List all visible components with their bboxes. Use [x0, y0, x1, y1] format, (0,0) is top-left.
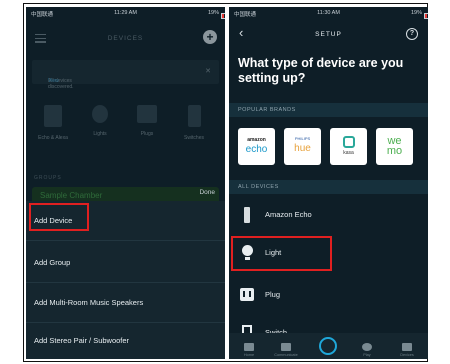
plug-icon [240, 287, 254, 303]
help-icon[interactable]: ? [406, 28, 418, 40]
status-bar: 中国联通 11:30 AM 19% [229, 7, 428, 20]
app-header: ‹ SETUP ? [229, 24, 428, 44]
section-heading: ALL DEVICES [238, 184, 279, 190]
add-group-option[interactable]: Add Group [26, 243, 225, 283]
done-button[interactable]: Done [199, 189, 215, 196]
brand-top: PHILIPS [294, 136, 311, 141]
page-title: DEVICES [107, 35, 144, 42]
brand-wemo[interactable]: we mo [376, 128, 413, 165]
battery-percent: 19% [207, 10, 219, 16]
lightbulb-icon [92, 105, 108, 123]
popular-brands-section: POPULAR BRANDS [229, 103, 428, 117]
device-label: Plug [265, 290, 281, 299]
battery-indicator: 19% [207, 10, 225, 19]
status-bar: 中国联通 11:29 AM 19% [26, 7, 225, 20]
option-label: Add Group [34, 258, 71, 267]
tab-devices[interactable]: Devices [392, 343, 422, 357]
option-label: Add Stereo Pair / Subwoofer [34, 336, 130, 345]
kasa-logo-icon [342, 136, 355, 148]
groups-heading: GROUPS [34, 175, 62, 181]
category-echo[interactable]: Echo & Alexa [32, 99, 74, 157]
brand-name: kasa [343, 150, 354, 156]
device-label: Amazon Echo [265, 210, 312, 219]
category-label: Plugs [140, 131, 154, 137]
device-row-amazon-echo[interactable]: Amazon Echo [229, 198, 428, 232]
app-header: DEVICES + [26, 24, 225, 52]
discovery-banner: All devices discovered. View ✕ [32, 60, 219, 90]
brand-amazon-echo[interactable]: amazon echo [238, 128, 275, 165]
tab-play[interactable]: Play [352, 343, 382, 357]
echo-icon [44, 105, 62, 127]
echo-speaker-icon [240, 207, 254, 223]
add-multiroom-option[interactable]: Add Multi-Room Music Speakers [26, 283, 225, 323]
battery-percent: 19% [410, 10, 422, 16]
switch-icon [187, 105, 201, 127]
plug-icon [137, 105, 157, 123]
brand-philips-hue[interactable]: PHILIPS hue [284, 128, 321, 165]
brand-list: amazon echo PHILIPS hue kasa we mo [238, 128, 419, 168]
tab-home[interactable]: Home [234, 343, 264, 357]
alexa-icon[interactable] [319, 337, 337, 355]
add-stereo-option[interactable]: Add Stereo Pair / Subwoofer [26, 321, 225, 359]
category-switches[interactable]: Switches [173, 99, 215, 157]
highlight-light [231, 236, 332, 271]
home-icon [244, 343, 254, 351]
devices-icon [402, 343, 412, 351]
group-name: Sample Chamber [40, 191, 103, 200]
category-label: Echo & Alexa [38, 135, 68, 141]
highlight-add-device [29, 203, 89, 231]
brand-name: hue [294, 143, 311, 154]
brand-name: we mo [386, 135, 403, 157]
battery-icon [221, 13, 225, 19]
battery-icon [424, 13, 428, 19]
device-categories: Echo & Alexa Lights Plugs Switches [32, 99, 219, 157]
battery-indicator: 19% [410, 10, 428, 19]
close-icon[interactable]: ✕ [205, 67, 211, 75]
category-label: Lights [93, 131, 107, 137]
brand-top: amazon [247, 137, 266, 143]
device-row-plug[interactable]: Plug [229, 278, 428, 312]
tab-communicate[interactable]: Communicate [271, 343, 301, 357]
setup-question: What type of device are you setting up? [238, 56, 404, 85]
category-label: Switches [183, 135, 204, 141]
all-devices-section: ALL DEVICES [229, 180, 428, 194]
section-heading: POPULAR BRANDS [238, 107, 296, 113]
option-label: Add Multi-Room Music Speakers [34, 298, 144, 307]
category-plugs[interactable]: Plugs [126, 99, 168, 157]
category-lights[interactable]: Lights [79, 99, 121, 157]
view-link[interactable]: View [48, 78, 59, 84]
communicate-icon [281, 343, 291, 351]
add-icon[interactable]: + [203, 30, 217, 44]
clock: 11:29 AM [114, 10, 137, 16]
bottom-tab-bar: Home Communicate Play Devices [229, 333, 428, 359]
clock: 11:30 AM [317, 10, 340, 16]
play-icon [362, 343, 372, 351]
phone-setup-screen: 中国联通 11:30 AM 19% ‹ SETUP ? What type of… [229, 7, 428, 359]
brand-name: echo [245, 144, 268, 155]
brand-kasa[interactable]: kasa [330, 128, 367, 165]
page-title: SETUP [315, 31, 342, 38]
phone-devices-screen: 中国联通 11:29 AM 19% DEVICES + All devices … [26, 7, 225, 359]
